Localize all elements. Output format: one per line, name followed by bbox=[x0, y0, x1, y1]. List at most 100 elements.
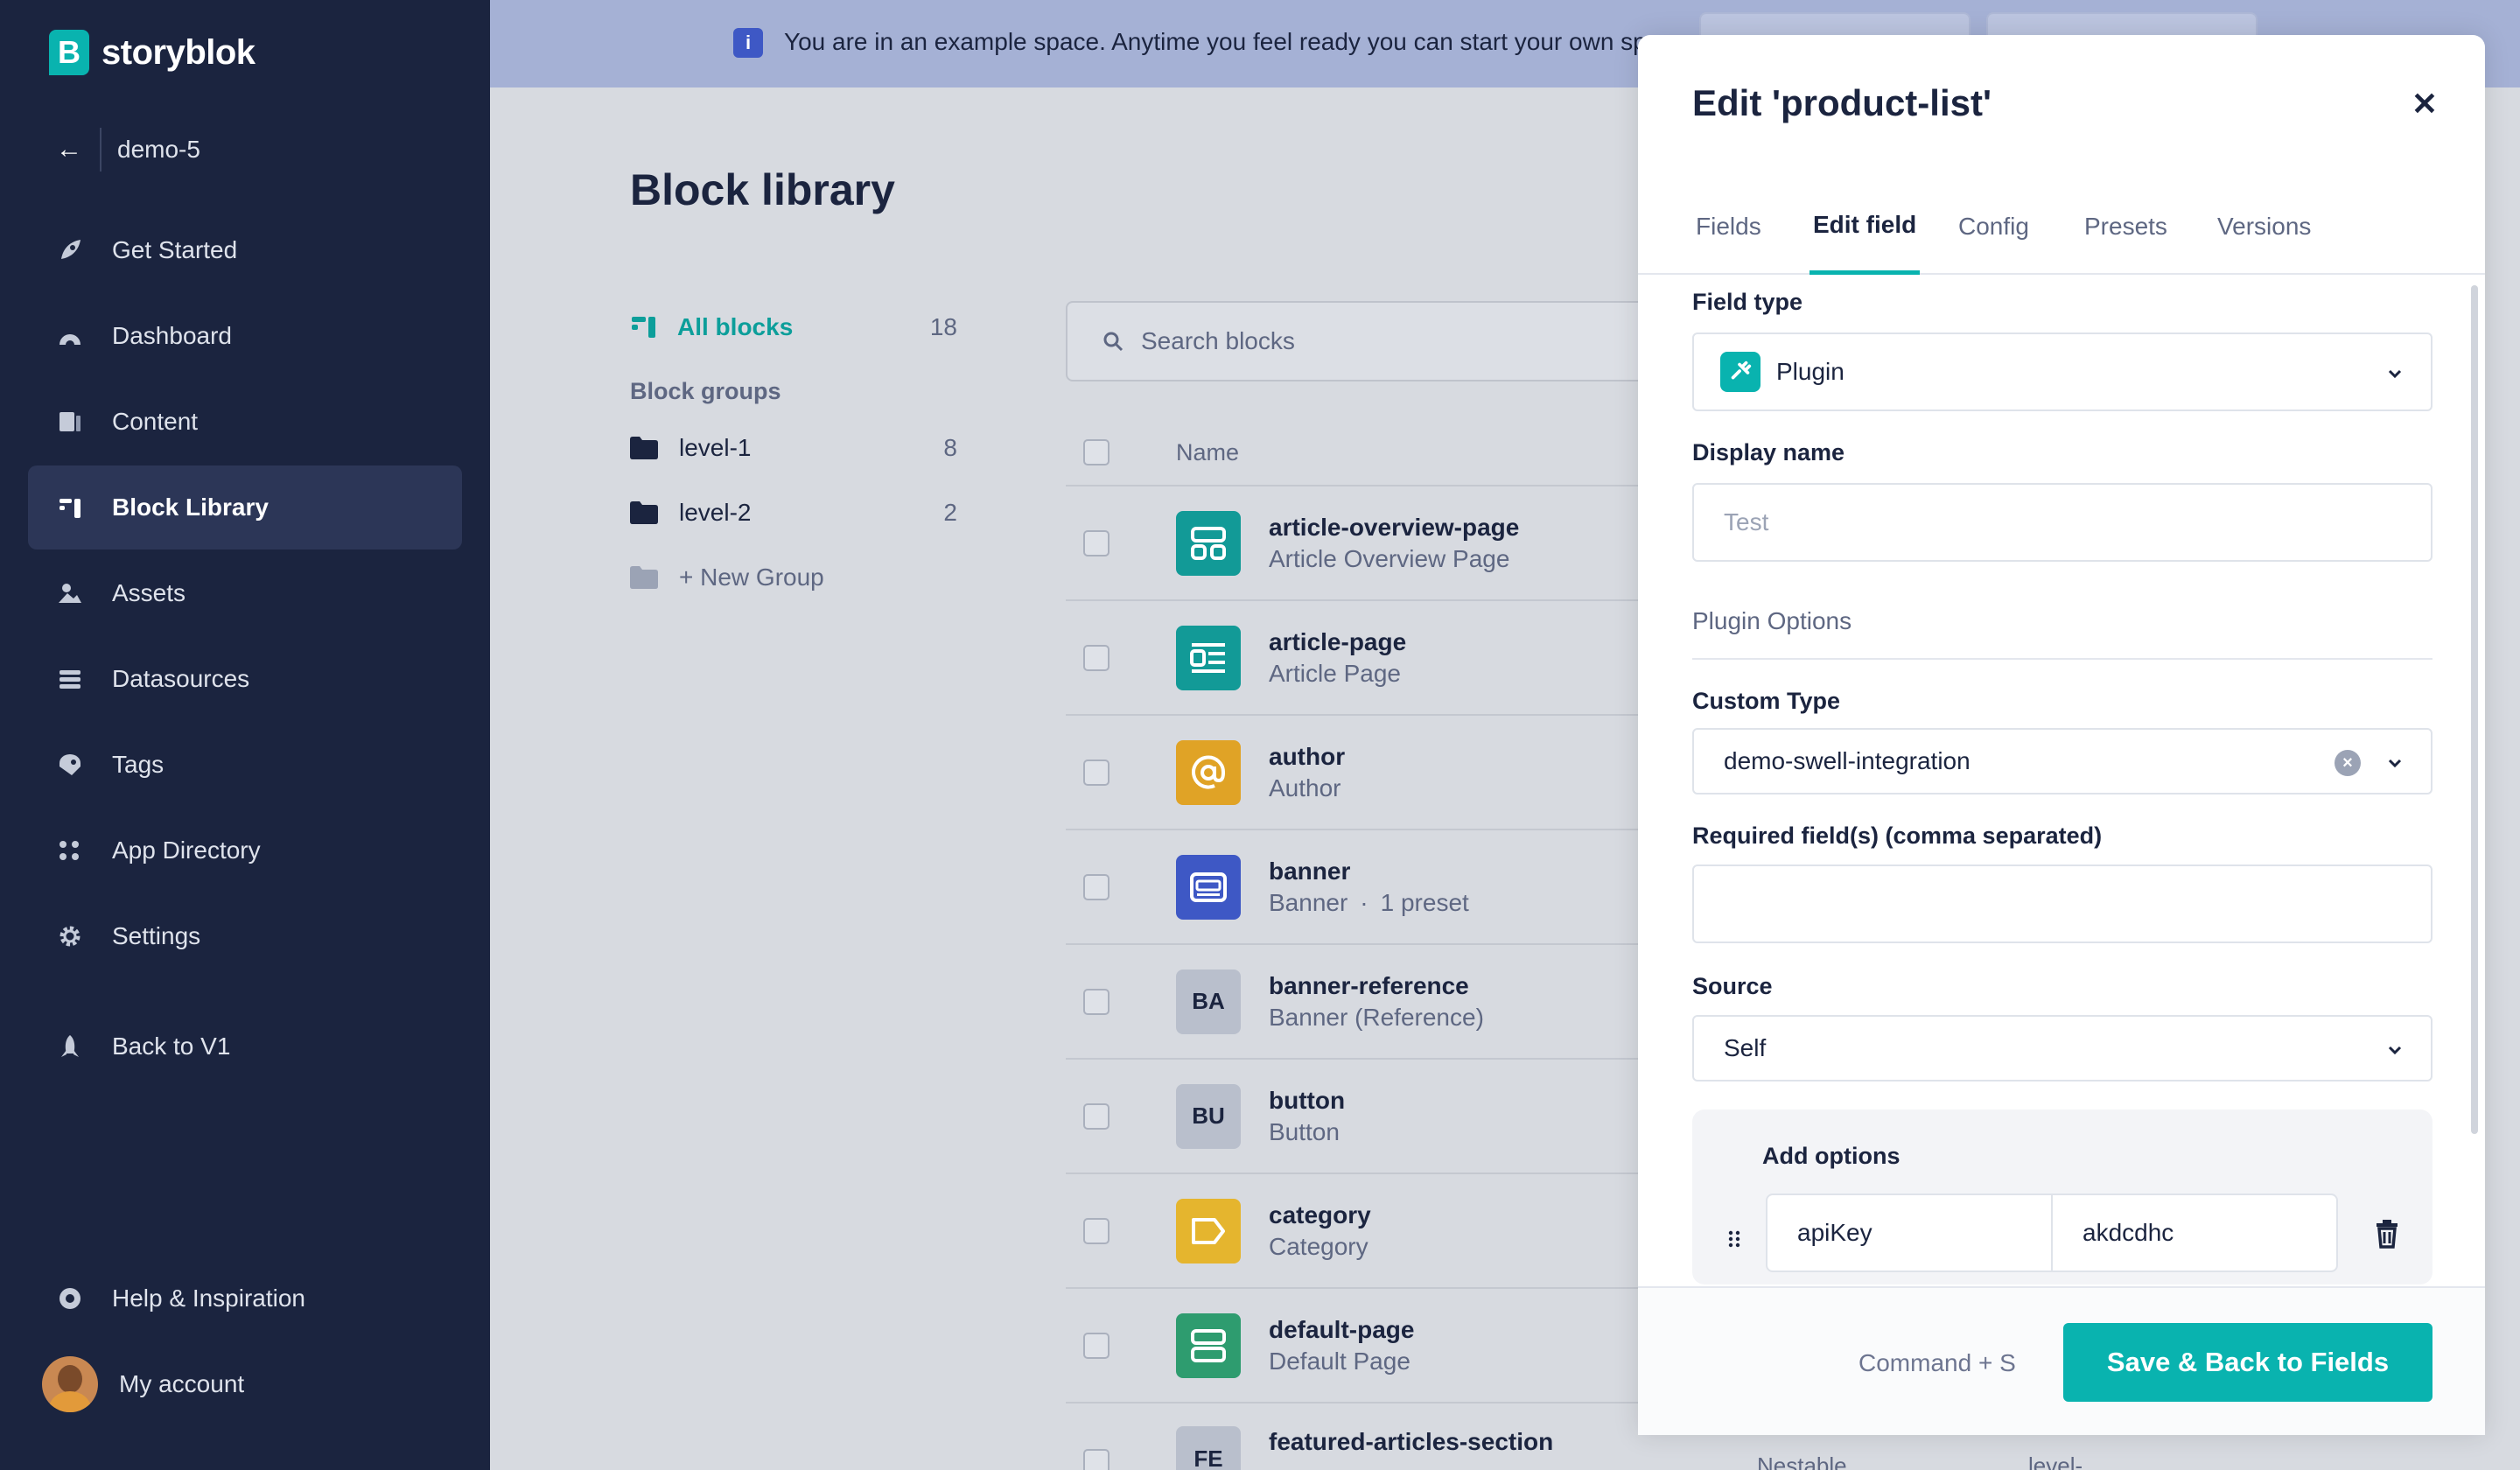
row-checkbox[interactable] bbox=[1083, 644, 1110, 671]
tab-presets[interactable]: Presets bbox=[2081, 178, 2171, 275]
sidebar-item-block-library[interactable]: Block Library bbox=[28, 466, 462, 550]
tab-versions[interactable]: Versions bbox=[2214, 178, 2314, 275]
logo-text: storyblok bbox=[102, 32, 256, 72]
group-label: level-2 bbox=[679, 499, 752, 526]
clear-icon[interactable]: × bbox=[2334, 750, 2361, 776]
display-name-placeholder: Test bbox=[1724, 508, 1769, 536]
sidebar-item-dashboard[interactable]: Dashboard bbox=[28, 294, 462, 378]
rocket-icon bbox=[56, 236, 84, 264]
block-library-icon bbox=[56, 494, 84, 522]
search-input[interactable] bbox=[1141, 327, 1578, 355]
space-switcher[interactable]: ← demo-5 bbox=[56, 128, 200, 172]
sidebar-item-label: Tags bbox=[112, 751, 164, 778]
drawer-tabs: Fields Edit field Config Presets Version… bbox=[1638, 178, 2485, 275]
column-header-name[interactable]: Name bbox=[1176, 439, 1239, 466]
sidebar-item-label: Block Library bbox=[112, 494, 269, 521]
select-all-checkbox[interactable] bbox=[1083, 439, 1110, 466]
row-checkbox[interactable] bbox=[1083, 529, 1110, 556]
option-value-input[interactable]: akdcdhc bbox=[2051, 1194, 2338, 1272]
assets-icon bbox=[56, 579, 84, 607]
rocket-back-icon bbox=[56, 1032, 84, 1060]
grid-layout-icon bbox=[1176, 510, 1241, 576]
apps-icon bbox=[56, 836, 84, 864]
gear-icon bbox=[56, 922, 84, 950]
block-initials: BU bbox=[1176, 1083, 1241, 1149]
plugin-options-heading: Plugin Options bbox=[1692, 607, 1852, 634]
sidebar-item-label: My account bbox=[119, 1370, 245, 1397]
sidebar-item-settings[interactable]: Settings bbox=[28, 894, 462, 978]
storyblok-logo[interactable]: B storyblok bbox=[49, 30, 256, 75]
keyboard-shortcut-hint: Command + S bbox=[1858, 1349, 2016, 1376]
block-display-name: Category bbox=[1269, 1232, 1368, 1260]
divider bbox=[100, 128, 102, 172]
custom-type-select[interactable]: demo-swell-integration × bbox=[1692, 728, 2432, 794]
row-checkbox[interactable] bbox=[1083, 1332, 1110, 1359]
save-back-to-fields-button[interactable]: Save & Back to Fields bbox=[2063, 1323, 2432, 1402]
folder-icon bbox=[630, 501, 658, 524]
sidebar-item-content[interactable]: Content bbox=[28, 380, 462, 464]
sidebar-item-label: App Directory bbox=[112, 836, 261, 864]
row-checkbox[interactable] bbox=[1083, 988, 1110, 1015]
sidebar: B storyblok ← demo-5 Get Started Dashboa… bbox=[0, 0, 490, 1470]
lifebuoy-icon bbox=[56, 1284, 84, 1312]
row-checkbox[interactable] bbox=[1083, 1449, 1110, 1470]
drag-handle-icon[interactable] bbox=[1724, 1228, 1745, 1250]
all-blocks-link[interactable]: All blocks 18 bbox=[630, 308, 957, 346]
trash-icon[interactable] bbox=[2371, 1218, 2403, 1250]
tab-edit-field[interactable]: Edit field bbox=[1810, 178, 1921, 275]
logo-mark: B bbox=[49, 30, 89, 75]
block-name: banner bbox=[1269, 857, 1351, 885]
required-fields-input[interactable] bbox=[1692, 864, 2432, 943]
block-groups-panel: All blocks 18 Block groups level-1 8 lev… bbox=[630, 308, 957, 610]
block-display-name: Default Page bbox=[1269, 1347, 1410, 1375]
new-group-button[interactable]: + New Group bbox=[630, 545, 957, 610]
close-icon[interactable]: ✕ bbox=[2412, 86, 2438, 122]
display-name-field[interactable]: Test bbox=[1692, 483, 2432, 562]
block-group: level-1 bbox=[2028, 1452, 2083, 1470]
row-checkbox[interactable] bbox=[1083, 1217, 1110, 1244]
group-item-level-1[interactable]: level-1 8 bbox=[630, 416, 957, 480]
separator-dot: · bbox=[1360, 888, 1368, 916]
block-name: default-page bbox=[1269, 1315, 1415, 1343]
folder-icon bbox=[630, 566, 658, 589]
source-value: Self bbox=[1724, 1034, 1767, 1061]
label-icon bbox=[1176, 1198, 1241, 1264]
tab-fields[interactable]: Fields bbox=[1692, 178, 1765, 275]
option-key-input[interactable]: apiKey bbox=[1766, 1194, 2053, 1272]
sidebar-item-datasources[interactable]: Datasources bbox=[28, 637, 462, 721]
sidebar-item-back-to-v1[interactable]: Back to V1 bbox=[28, 1004, 462, 1088]
row-checkbox[interactable] bbox=[1083, 1102, 1110, 1130]
folder-icon bbox=[630, 437, 658, 459]
sidebar-item-assets[interactable]: Assets bbox=[28, 551, 462, 635]
custom-type-value: demo-swell-integration bbox=[1724, 747, 1970, 774]
plugin-icon bbox=[1720, 352, 1760, 392]
tab-config[interactable]: Config bbox=[1955, 178, 2033, 275]
scrollbar[interactable] bbox=[2471, 285, 2478, 1134]
sidebar-item-get-started[interactable]: Get Started bbox=[28, 208, 462, 292]
banner-icon bbox=[1176, 854, 1241, 920]
chevron-down-icon bbox=[2388, 759, 2402, 768]
avatar bbox=[42, 1356, 98, 1412]
sidebar-item-label: Settings bbox=[112, 922, 201, 949]
arrow-left-icon[interactable]: ← bbox=[56, 135, 82, 164]
sidebar-item-app-directory[interactable]: App Directory bbox=[28, 808, 462, 892]
source-select[interactable]: Self bbox=[1692, 1015, 2432, 1082]
sidebar-item-help[interactable]: Help & Inspiration bbox=[28, 1256, 462, 1340]
sidebar-item-my-account[interactable]: My account bbox=[28, 1342, 462, 1426]
block-name: featured-articles-section bbox=[1269, 1428, 1554, 1455]
row-checkbox[interactable] bbox=[1083, 759, 1110, 786]
sidebar-item-tags[interactable]: Tags bbox=[28, 723, 462, 807]
group-item-level-2[interactable]: level-2 2 bbox=[630, 480, 957, 545]
add-options-label: Add options bbox=[1762, 1143, 1900, 1169]
field-type-select[interactable]: Plugin bbox=[1692, 332, 2432, 411]
sidebar-item-label: Content bbox=[112, 408, 199, 435]
group-count: 2 bbox=[943, 499, 957, 526]
row-checkbox[interactable] bbox=[1083, 873, 1110, 900]
block-name: author bbox=[1269, 742, 1346, 770]
block-display-name: Banner (Reference) bbox=[1269, 1003, 1484, 1031]
dashboard-icon bbox=[56, 322, 84, 350]
edit-block-drawer: Edit 'product-list' ✕ Fields Edit field … bbox=[1638, 35, 2485, 1435]
tag-icon bbox=[56, 751, 84, 779]
sidebar-item-label: Help & Inspiration bbox=[112, 1284, 306, 1312]
info-icon: i bbox=[733, 28, 763, 58]
